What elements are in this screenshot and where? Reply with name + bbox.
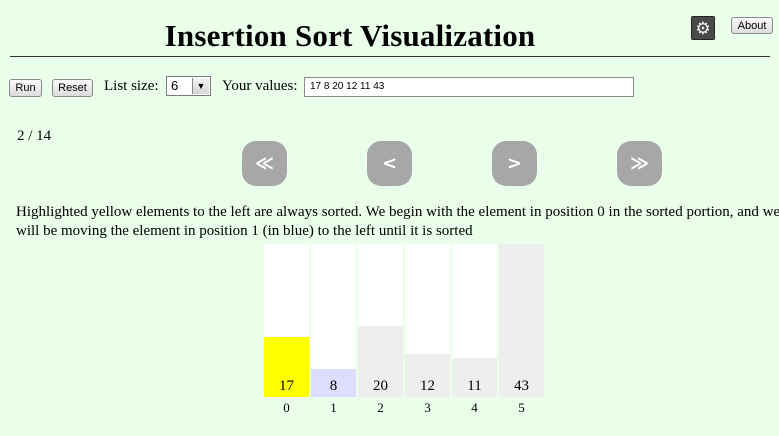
bar-column: 11: [452, 244, 497, 397]
list-size-select[interactable]: 6 ▼: [166, 76, 211, 96]
bar-index-label: 2: [377, 400, 384, 415]
list-size-label: List size:: [104, 78, 159, 94]
run-button[interactable]: Run: [9, 79, 42, 97]
bar-column: 43: [499, 244, 544, 397]
gear-icon: ⚙: [695, 18, 711, 38]
bar-value-label: 11: [467, 378, 482, 394]
bar-value-label: 17: [279, 378, 294, 394]
page-title: Insertion Sort Visualization: [164, 18, 536, 53]
step-counter: 2 / 14: [17, 128, 52, 144]
left-arrow-icon: <: [381, 153, 398, 174]
previous-step-button[interactable]: <: [367, 141, 412, 186]
bar-column: 17: [264, 244, 309, 397]
list-size-value: 6: [171, 78, 179, 93]
last-step-button[interactable]: ≫: [617, 141, 662, 186]
bar-index-label: 3: [424, 400, 431, 415]
reset-button[interactable]: Reset: [52, 79, 93, 97]
bar-column: 8: [311, 244, 356, 397]
right-arrow-icon: >: [506, 153, 523, 174]
double-right-arrow-icon: ≫: [630, 153, 649, 174]
chevron-down-icon[interactable]: ▼: [192, 78, 209, 94]
bar-column: 12: [405, 244, 450, 397]
first-step-button[interactable]: ≪: [242, 141, 287, 186]
next-step-button[interactable]: >: [492, 141, 537, 186]
bar-value-label: 43: [514, 378, 529, 394]
bar-value-label: 20: [373, 378, 388, 394]
bar-index-label: 4: [471, 400, 478, 415]
bar-value-label: 8: [329, 378, 338, 394]
your-values-label: Your values:: [222, 78, 298, 94]
bar-index-label: 1: [330, 400, 337, 415]
bar-index-label: 5: [518, 400, 525, 415]
about-button[interactable]: About: [731, 17, 773, 34]
title-divider: [10, 56, 770, 57]
bar-index-label: 0: [283, 400, 290, 415]
settings-button[interactable]: ⚙: [691, 16, 715, 40]
bar-column: 20: [358, 244, 403, 397]
bar-unsorted: [499, 244, 544, 397]
bar-value-label: 12: [420, 378, 435, 394]
step-description: Highlighted yellow elements to the left …: [16, 204, 779, 239]
double-left-arrow-icon: ≪: [255, 153, 274, 174]
values-input[interactable]: 17 8 20 12 11 43: [304, 77, 634, 97]
